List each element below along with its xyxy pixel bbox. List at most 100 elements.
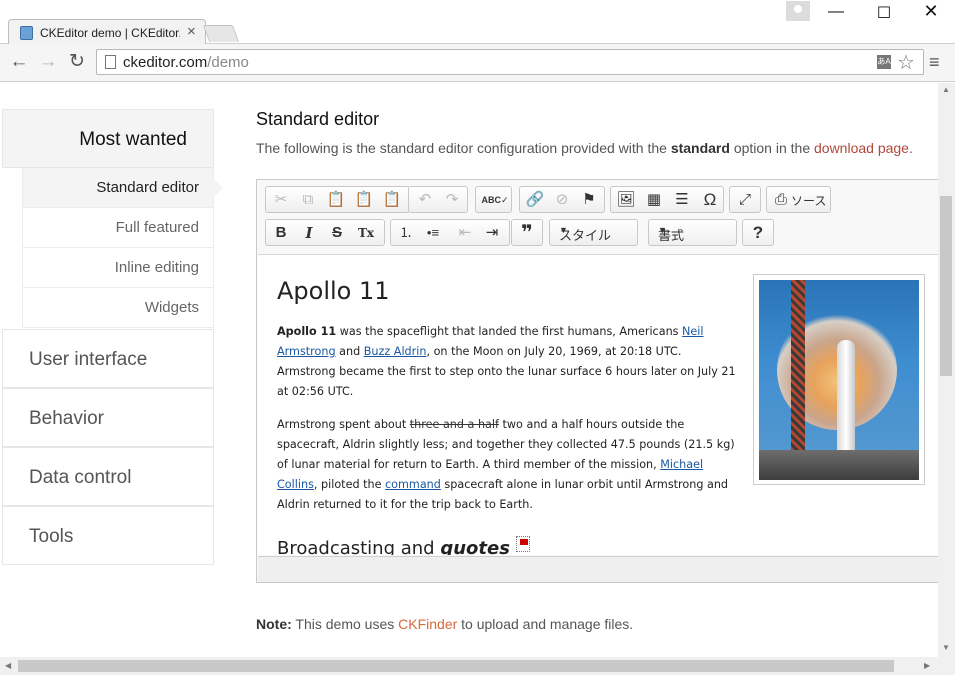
outdent-icon[interactable]: ⇤ <box>453 223 477 243</box>
list-group: ⒈ •≡ ⇤ ⇥ <box>390 219 510 246</box>
h2-italic: quotes <box>440 538 510 555</box>
paste-icon[interactable]: 📋 <box>324 190 348 210</box>
special-char-icon[interactable]: Ω <box>698 190 722 210</box>
intro-mid: option in the <box>729 140 814 156</box>
new-tab-button[interactable] <box>202 25 240 42</box>
link-group: 🔗 ⊘ ⚑ <box>519 186 605 213</box>
p1-text-b: and <box>335 345 364 358</box>
sidebar-item-full-featured[interactable]: Full featured <box>22 208 214 248</box>
sidebar-most-wanted[interactable]: Most wanted <box>2 109 214 168</box>
scroll-left-icon[interactable]: ◀ <box>5 661 11 670</box>
back-arrow-icon[interactable]: ← <box>8 51 30 73</box>
page-viewport: Most wanted Standard editor Full feature… <box>0 83 938 657</box>
vertical-scroll-thumb[interactable] <box>940 196 952 376</box>
image-icon[interactable]: 🖼 <box>614 190 638 210</box>
tab-title: CKEditor demo | CKEditor.com <box>40 26 180 40</box>
chevron-down-icon: ▼ <box>559 225 568 235</box>
intro-pre: The following is the standard editor con… <box>256 140 671 156</box>
editor-content-area[interactable]: Apollo 11 Apollo 11 was the spaceflight … <box>258 254 938 555</box>
forward-arrow-icon[interactable]: → <box>37 51 59 73</box>
command-link[interactable]: command <box>385 478 441 491</box>
sidebar-section-tools[interactable]: Tools <box>2 506 214 565</box>
editor-bottom-bar <box>258 556 938 582</box>
sidebar-section-label: Tools <box>29 526 74 547</box>
sidebar-section-user-interface[interactable]: User interface <box>2 329 214 388</box>
table-icon[interactable]: ▦ <box>642 190 666 210</box>
h2-text: Broadcasting and <box>277 538 441 555</box>
copy-icon[interactable]: ⧉ <box>296 190 320 210</box>
maximize-group: ⤢ <box>729 186 761 213</box>
intro-bold: standard <box>670 140 730 156</box>
help-icon[interactable]: ? <box>746 223 770 243</box>
url-path: /demo <box>207 54 249 71</box>
spellcheck-group: ABC✓ <box>475 186 512 213</box>
content-paragraph-1: Apollo 11 was the spaceflight that lande… <box>277 322 737 402</box>
source-button[interactable]: ⎙ ソース <box>766 186 831 213</box>
anchor-flag-icon[interactable] <box>515 536 530 552</box>
ckfinder-link[interactable]: CKFinder <box>398 616 457 632</box>
format-combo[interactable]: 書式 ▼ <box>648 219 737 246</box>
scroll-right-icon[interactable]: ▶ <box>924 661 930 670</box>
content-paragraph-2: Armstrong spent about three and a half t… <box>277 415 737 515</box>
scroll-down-icon[interactable]: ▼ <box>942 643 950 652</box>
link-icon[interactable]: 🔗 <box>523 190 547 210</box>
browser-toolbar: ← → ↻ ckeditor.com/demo あA ☆ ≡ <box>0 44 955 82</box>
sidebar-item-label: Widgets <box>144 299 199 316</box>
sidebar-section-label: User interface <box>29 349 148 370</box>
sidebar-item-standard-editor[interactable]: Standard editor <box>22 168 223 208</box>
bookmark-star-icon[interactable]: ☆ <box>897 50 915 75</box>
cut-icon[interactable]: ✂ <box>269 190 293 210</box>
vertical-scrollbar[interactable]: ▲ ▼ <box>938 83 955 657</box>
address-bar[interactable]: ckeditor.com/demo あA ☆ <box>96 49 924 75</box>
paste-text-icon[interactable]: 📋 <box>352 190 376 210</box>
help-group: ? <box>742 219 774 246</box>
bulleted-list-icon[interactable]: •≡ <box>421 223 445 243</box>
window-maximize-button[interactable]: ☐ <box>864 3 904 23</box>
sidebar-section-label: Data control <box>29 467 132 488</box>
italic-icon[interactable]: I <box>297 223 321 243</box>
indent-icon[interactable]: ⇥ <box>480 223 504 243</box>
styles-combo[interactable]: スタイル ▼ <box>549 219 638 246</box>
window-minimize-button[interactable]: — <box>816 3 856 23</box>
sidebar-section-behavior[interactable]: Behavior <box>2 388 214 447</box>
reload-icon[interactable]: ↻ <box>66 51 88 73</box>
remove-format-icon[interactable]: Tx <box>354 223 378 243</box>
horizontal-line-icon[interactable]: ☰ <box>670 190 694 210</box>
download-page-link[interactable]: download page <box>814 140 909 156</box>
maximize-icon[interactable]: ⤢ <box>733 190 757 210</box>
sidebar-section-label: Behavior <box>29 408 104 429</box>
horizontal-scroll-thumb[interactable] <box>18 660 894 672</box>
profile-avatar-icon[interactable] <box>786 1 810 21</box>
bold-icon[interactable]: B <box>269 223 293 243</box>
paste-word-icon[interactable]: 📋 <box>380 190 404 210</box>
p1-text-a: was the spaceflight that landed the firs… <box>336 325 683 338</box>
chrome-menu-icon[interactable]: ≡ <box>929 52 940 73</box>
page-icon <box>105 55 116 69</box>
blockquote-icon[interactable]: ❞ <box>515 223 539 243</box>
translate-icon[interactable]: あA <box>877 55 891 69</box>
sidebar-item-label: Full featured <box>115 219 199 236</box>
anchor-flag-icon[interactable]: ⚑ <box>577 190 601 210</box>
sidebar-item-label: Inline editing <box>114 259 199 276</box>
sidebar-section-data-control[interactable]: Data control <box>2 447 214 506</box>
content-title: Apollo 11 <box>277 277 390 305</box>
browser-tab[interactable]: CKEditor demo | CKEditor.com × <box>8 19 206 45</box>
p2-text-c: , piloted the <box>313 478 386 491</box>
undo-icon[interactable]: ↶ <box>413 190 437 210</box>
sidebar-item-inline-editing[interactable]: Inline editing <box>22 248 214 288</box>
numbered-list-icon[interactable]: ⒈ <box>394 223 418 243</box>
strikethrough-icon[interactable]: S <box>325 223 349 243</box>
redo-icon[interactable]: ↷ <box>440 190 464 210</box>
tab-close-icon[interactable]: × <box>187 23 196 40</box>
apollo-launch-image[interactable] <box>753 274 925 485</box>
horizontal-scrollbar[interactable]: ◀ ▶ <box>0 657 955 675</box>
spellcheck-icon[interactable]: ABC✓ <box>480 190 510 210</box>
undo-group: ↶ ↷ <box>408 186 468 213</box>
window-close-button[interactable]: ✕ <box>911 1 951 21</box>
scroll-up-icon[interactable]: ▲ <box>942 85 950 94</box>
buzz-aldrin-link[interactable]: Buzz Aldrin <box>364 345 427 358</box>
intro-end: . <box>908 140 913 156</box>
sidebar-item-widgets[interactable]: Widgets <box>22 288 214 328</box>
launch-photo <box>759 280 919 480</box>
unlink-icon[interactable]: ⊘ <box>550 190 574 210</box>
